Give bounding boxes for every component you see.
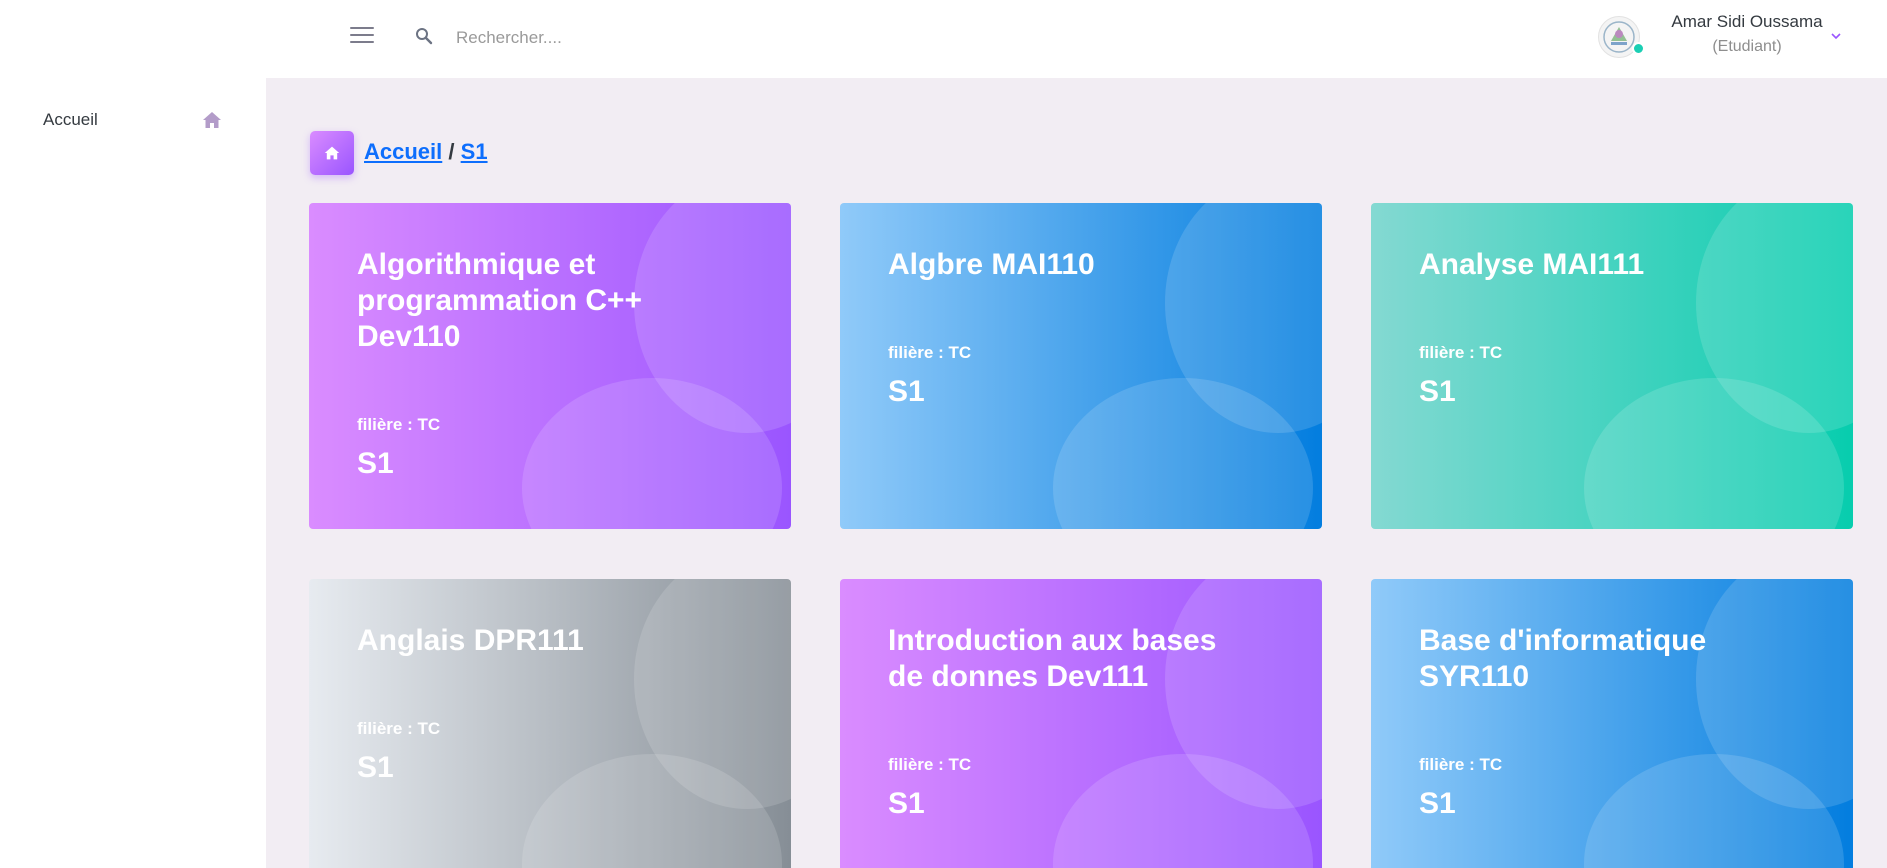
breadcrumb-link-accueil[interactable]: Accueil bbox=[364, 139, 442, 164]
course-title: Analyse MAI111 bbox=[1419, 248, 1645, 281]
course-filiere: filière : TC bbox=[357, 415, 441, 434]
course-card[interactable]: Anglais DPR111 filière : TC S1 bbox=[309, 579, 791, 868]
home-icon bbox=[324, 146, 340, 160]
breadcrumb-home-badge bbox=[310, 131, 354, 175]
course-semester: S1 bbox=[1419, 787, 1456, 820]
course-title: Algbre MAI110 bbox=[888, 248, 1095, 281]
course-card[interactable]: Algorithmique et programmation C++ Dev11… bbox=[309, 203, 791, 529]
top-navbar: Amar Sidi Oussama (Etudiant) bbox=[0, 0, 1887, 78]
course-semester: S1 bbox=[357, 447, 394, 480]
sidebar: Accueil bbox=[0, 78, 266, 868]
user-role: (Etudiant) bbox=[1712, 38, 1782, 55]
breadcrumb-separator: / bbox=[448, 139, 455, 164]
course-filiere: filière : TC bbox=[888, 755, 972, 774]
search-input[interactable] bbox=[454, 20, 878, 56]
sidebar-item-accueil[interactable]: Accueil bbox=[0, 98, 266, 142]
course-filiere: filière : TC bbox=[888, 343, 972, 362]
course-card[interactable]: Introduction aux bases de donnes Dev111 … bbox=[840, 579, 1322, 868]
course-card[interactable]: Algbre MAI110 filière : TC S1 bbox=[840, 203, 1322, 529]
sidebar-item-label: Accueil bbox=[43, 110, 98, 129]
course-title: Introduction aux bases de donnes Dev111 bbox=[888, 624, 1217, 693]
chevron-down-icon bbox=[1831, 33, 1841, 40]
user-profile-dropdown[interactable]: Amar Sidi Oussama (Etudiant) bbox=[1598, 12, 1841, 64]
course-title: Base d'informatique SYR110 bbox=[1419, 624, 1707, 693]
user-name: Amar Sidi Oussama bbox=[1671, 12, 1823, 31]
course-filiere: filière : TC bbox=[1419, 755, 1503, 774]
course-semester: S1 bbox=[888, 787, 925, 820]
breadcrumb-link-s1[interactable]: S1 bbox=[461, 139, 488, 164]
course-semester: S1 bbox=[357, 751, 394, 784]
course-semester: S1 bbox=[888, 375, 925, 408]
breadcrumb-path: Accueil / S1 bbox=[364, 139, 488, 165]
course-title: Anglais DPR111 bbox=[357, 624, 584, 657]
online-status-dot bbox=[1632, 42, 1645, 55]
course-card[interactable]: Analyse MAI111 filière : TC S1 bbox=[1371, 203, 1853, 529]
main-content: Accueil / S1 Algorithmique et programmat… bbox=[266, 78, 1887, 868]
course-card[interactable]: Base d'informatique SYR110 filière : TC … bbox=[1371, 579, 1853, 868]
menu-toggle-icon[interactable] bbox=[350, 27, 374, 45]
home-icon bbox=[203, 112, 221, 128]
course-semester: S1 bbox=[1419, 375, 1456, 408]
search-icon bbox=[416, 28, 433, 45]
course-filiere: filière : TC bbox=[357, 719, 441, 738]
course-title: Algorithmique et programmation C++ Dev11… bbox=[357, 248, 643, 353]
course-filiere: filière : TC bbox=[1419, 343, 1503, 362]
